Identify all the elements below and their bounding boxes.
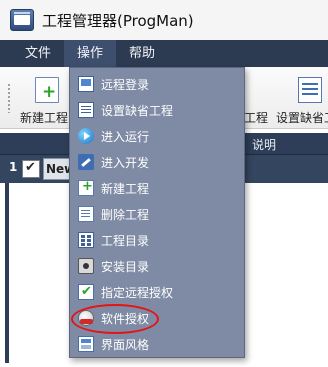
new-project-label: 新建工程: [20, 111, 69, 125]
set-default-project-icon: [298, 77, 322, 103]
menu-item-set-default-project[interactable]: 设置缺省工程: [70, 99, 244, 121]
new-project-icon: [78, 179, 94, 196]
install-directory-icon: [78, 258, 94, 274]
interface-style-icon: [78, 336, 94, 352]
menu-item-label: 远程登录: [101, 78, 150, 92]
menu-item-install-directory[interactable]: 安装目录: [70, 255, 244, 277]
menu-item-label: 新建工程: [101, 182, 150, 196]
menu-item-label: 删除工程: [101, 208, 150, 222]
menu-item-interface-style[interactable]: 界面风格: [70, 333, 244, 355]
menu-item-label: 软件授权: [101, 312, 150, 326]
project-button-label: 工程: [244, 111, 269, 125]
menu-item-project-directory[interactable]: 工程目录: [70, 229, 244, 251]
new-project-icon: +: [35, 77, 59, 103]
menu-item-label: 工程目录: [101, 234, 150, 248]
project-button-partial[interactable]: 工程: [244, 73, 268, 125]
toolbar-grip[interactable]: [7, 83, 11, 113]
title-bar: 工程管理器(ProgMan): [0, 0, 328, 40]
menu-item-label: 界面风格: [101, 338, 150, 352]
develop-icon: [78, 154, 94, 170]
menu-item-label: 指定远程授权: [101, 286, 174, 300]
row-number: 1: [9, 160, 18, 174]
menu-item-label: 安装目录: [101, 260, 150, 274]
menu-item-assign-remote-license[interactable]: 指定远程授权: [70, 281, 244, 303]
menu-item-new-project[interactable]: 新建工程: [70, 177, 244, 199]
set-default-project-button[interactable]: 设置缺省工: [276, 73, 328, 125]
project-directory-icon: [78, 232, 94, 248]
menu-item-remote-login[interactable]: 远程登录: [70, 73, 244, 95]
row-checkbox[interactable]: [22, 160, 40, 178]
app-icon: [10, 9, 34, 31]
menu-item-enter-run[interactable]: 进入运行: [70, 125, 244, 147]
menu-item-label: 进入开发: [101, 156, 150, 170]
menu-item-label: 进入运行: [101, 130, 150, 144]
window-title: 工程管理器(ProgMan): [42, 11, 194, 30]
menu-item-enter-develop[interactable]: 进入开发: [70, 151, 244, 173]
menu-help[interactable]: 帮助: [116, 40, 168, 67]
run-icon: [78, 128, 94, 144]
delete-project-icon: [78, 206, 94, 222]
new-project-button[interactable]: + 新建工程: [20, 73, 74, 125]
menu-item-label: 设置缺省工程: [101, 104, 174, 118]
remote-login-icon: [78, 76, 94, 92]
column-header-description[interactable]: 说明: [252, 136, 276, 153]
operation-dropdown-menu: 远程登录 设置缺省工程 进入运行 进入开发 新建工程 删除工程 工程目录 安装目…: [69, 67, 245, 358]
set-default-project-icon: [78, 102, 94, 118]
menu-item-delete-project[interactable]: 删除工程: [70, 203, 244, 225]
menu-bar: 文件 操作 帮助: [0, 40, 328, 67]
menu-item-software-license[interactable]: 软件授权: [70, 307, 244, 329]
menu-file[interactable]: 文件: [12, 40, 64, 67]
menu-operation[interactable]: 操作: [64, 40, 117, 67]
assign-remote-license-icon: [78, 284, 94, 300]
set-default-project-label: 设置缺省工: [276, 111, 328, 125]
software-license-icon: [78, 310, 94, 326]
